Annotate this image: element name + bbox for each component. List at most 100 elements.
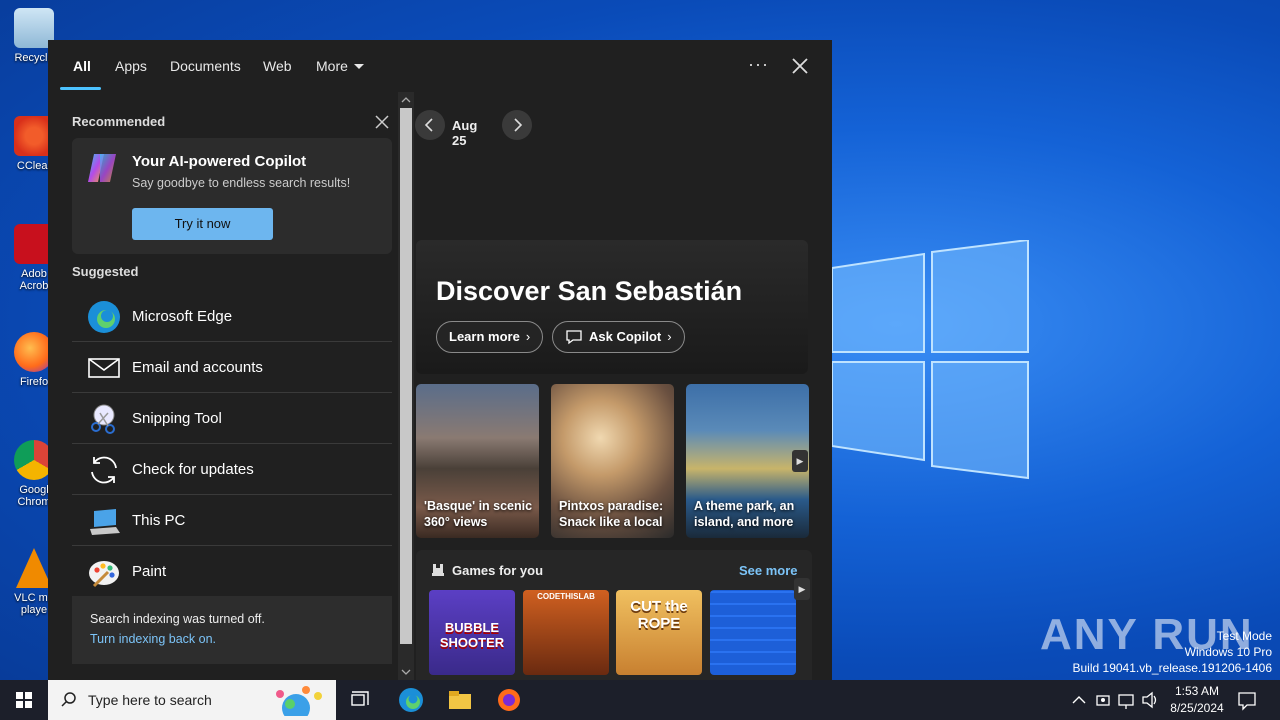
suggested-item-email[interactable]: Email and accounts	[72, 342, 392, 393]
paint-palette-icon	[89, 561, 119, 588]
tab-documents[interactable]: Documents	[170, 58, 241, 74]
copilot-logo-icon	[88, 154, 116, 182]
previous-day-button[interactable]	[415, 110, 445, 140]
clock-time: 1:53 AM	[1174, 684, 1220, 698]
copilot-subtitle: Say goodbye to endless search results!	[132, 176, 351, 190]
chevron-right-icon: ▶	[798, 584, 806, 594]
tab-web[interactable]: Web	[263, 58, 292, 74]
desktop-icon-label: Adob Acrob	[19, 268, 49, 292]
try-it-now-button[interactable]: Try it now	[132, 208, 273, 240]
windows-logo-wallpaper	[832, 240, 1029, 480]
tab-more-label: More	[316, 58, 348, 74]
search-tabs: All Apps Documents Web More ···	[48, 40, 832, 92]
firefox-taskbar-icon[interactable]	[495, 686, 523, 714]
edge-icon	[88, 301, 120, 333]
desktop-icon-label: CClear	[16, 160, 52, 172]
suggested-item-label: Snipping Tool	[132, 410, 222, 427]
watermark-line: Test Mode	[1216, 629, 1272, 643]
task-view-icon[interactable]	[346, 686, 374, 714]
suggested-heading: Suggested	[72, 264, 139, 279]
edge-taskbar-icon[interactable]	[397, 686, 425, 714]
system-clock[interactable]: 1:53 AM 8/25/2024	[1160, 683, 1234, 717]
suggested-item-label: Email and accounts	[132, 359, 263, 376]
indexing-message: Search indexing was turned off.	[90, 612, 265, 626]
suggested-item-label: Check for updates	[132, 461, 254, 478]
highlight-card-caption: 'Basque' in scenic 360° views	[424, 499, 533, 529]
chevron-right-icon	[514, 118, 523, 132]
see-more-link[interactable]: See more	[739, 563, 798, 578]
copilot-card: Your AI-powered Copilot Say goodbye to e…	[72, 138, 392, 254]
turn-indexing-on-link[interactable]: Turn indexing back on.	[90, 632, 216, 646]
desktop-icon-label: Googl Chrom	[17, 484, 51, 508]
taskbar: Type here to search 1:53 AM 8/25/2024	[0, 680, 1280, 720]
learn-more-label: Learn more	[449, 329, 520, 344]
game-tile-title: CODETHISLAB	[537, 592, 595, 601]
suggested-item-label: This PC	[132, 512, 186, 529]
games-heading: Games for you	[452, 563, 544, 578]
highlight-card[interactable]: 'Basque' in scenic 360° views	[416, 384, 539, 538]
search-highlight-illustration	[276, 686, 322, 716]
chevron-left-icon	[424, 118, 433, 132]
notifications-icon[interactable]	[1236, 686, 1258, 714]
ask-copilot-button[interactable]: Ask Copilot ›	[552, 321, 685, 353]
hero-banner[interactable]: Discover San Sebastián Learn more › Ask C…	[416, 240, 808, 374]
highlight-card[interactable]: Pintxos paradise: Snack like a local	[551, 384, 674, 538]
suggested-list: Microsoft Edge Email and accounts Snippi…	[72, 291, 392, 597]
learn-more-button[interactable]: Learn more ›	[436, 321, 544, 353]
game-tile-blocks[interactable]	[710, 590, 796, 675]
next-day-button[interactable]	[502, 110, 532, 140]
suggested-item-snipping-tool[interactable]: Snipping Tool	[72, 393, 392, 444]
highlight-card-caption: A theme park, an island, and more	[694, 499, 795, 529]
refresh-icon	[91, 456, 117, 484]
close-icon[interactable]	[788, 54, 812, 78]
snipping-tool-icon	[91, 404, 115, 434]
hero-title: Discover San Sebastián	[436, 276, 743, 306]
taskbar-search-box[interactable]: Type here to search	[48, 680, 336, 720]
left-scrollbar[interactable]	[398, 92, 414, 680]
ask-copilot-label: Ask Copilot	[589, 329, 662, 344]
active-tab-indicator	[60, 87, 101, 90]
volume-icon[interactable]	[1140, 686, 1160, 714]
games-section: Games for you See more BUBBLE SHOOTER CO…	[416, 550, 812, 680]
chevron-right-icon: ›	[667, 329, 672, 344]
highlight-card-caption: Pintxos paradise: Snack like a local	[559, 499, 664, 529]
chat-bubble-icon	[566, 330, 582, 345]
suggested-item-paint[interactable]: Paint	[72, 546, 392, 597]
suggested-item-check-updates[interactable]: Check for updates	[72, 444, 392, 495]
scroll-thumb[interactable]	[400, 108, 412, 644]
highlight-card[interactable]: A theme park, an island, and more	[686, 384, 809, 538]
tab-apps[interactable]: Apps	[115, 58, 147, 74]
windows-start-icon[interactable]	[0, 680, 48, 720]
indexing-notice: Search indexing was turned off. Turn ind…	[72, 596, 392, 664]
date-label: Aug 25	[452, 118, 478, 148]
games-next-button[interactable]: ▶	[794, 578, 810, 600]
desktop-icon-label: Firefo	[19, 376, 49, 388]
suggested-item-this-pc[interactable]: This PC	[72, 495, 392, 546]
suggested-item-edge[interactable]: Microsoft Edge	[72, 291, 392, 342]
tab-more[interactable]: More	[316, 58, 364, 74]
dismiss-recommended-icon[interactable]	[374, 114, 390, 130]
recommended-heading: Recommended	[72, 114, 166, 129]
caret-down-icon	[353, 64, 364, 69]
chevron-right-icon: ›	[525, 329, 531, 344]
ethernet-icon[interactable]	[1117, 686, 1135, 714]
game-tile-cut-the-rope[interactable]: CUT the ROPE	[616, 590, 702, 675]
suggested-item-label: Paint	[132, 563, 167, 580]
cards-next-button[interactable]: ▶	[792, 450, 808, 472]
game-controller-icon	[432, 564, 444, 576]
suggested-item-label: Microsoft Edge	[132, 308, 233, 325]
scroll-down-arrow-icon[interactable]	[401, 667, 411, 677]
more-options-icon[interactable]: ···	[748, 54, 769, 75]
network-status-icon[interactable]	[1094, 686, 1112, 714]
clock-date: 8/25/2024	[1170, 701, 1224, 715]
mail-icon	[88, 358, 120, 378]
game-tile-chess[interactable]: CODETHISLAB	[523, 590, 609, 675]
chevron-right-icon: ▶	[796, 456, 804, 466]
show-hidden-icons-chevron[interactable]	[1070, 686, 1088, 714]
search-panel: All Apps Documents Web More ··· Recommen…	[48, 40, 832, 680]
game-tile-title: BUBBLE SHOOTER	[439, 620, 505, 650]
file-explorer-icon[interactable]	[446, 686, 474, 714]
game-tile-bubble-shooter[interactable]: BUBBLE SHOOTER	[429, 590, 515, 675]
scroll-up-arrow-icon[interactable]	[401, 95, 411, 105]
tab-all[interactable]: All	[73, 58, 91, 74]
